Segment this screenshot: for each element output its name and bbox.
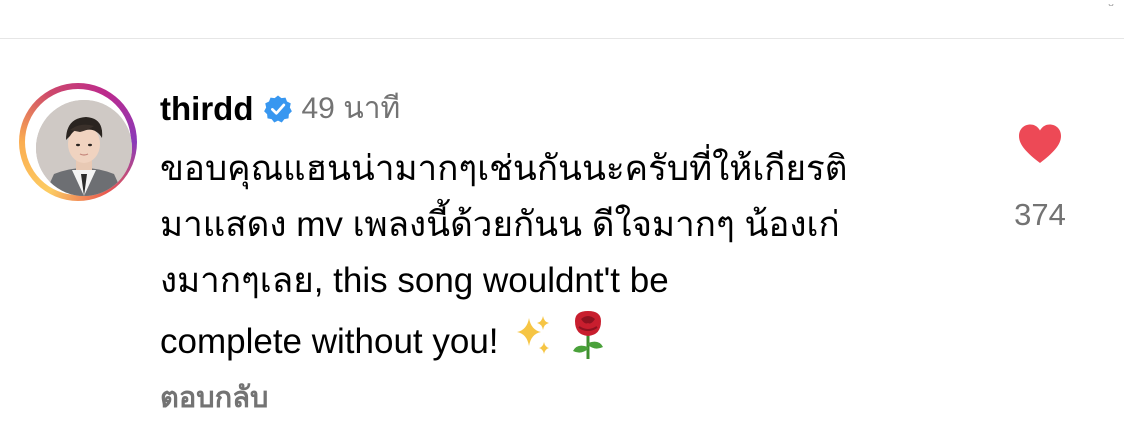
verified-badge-icon [263, 94, 293, 124]
username[interactable]: thirdd [160, 87, 253, 131]
comment-header: thirdd 49 นาที [160, 87, 400, 131]
timestamp: 49 นาที [301, 92, 401, 125]
comment-text-line: งมากๆเลย, this song wouldnt't be [160, 261, 669, 300]
like-count[interactable]: 374 [1000, 195, 1080, 235]
comment-text: ขอบคุณแฮนน่ามากๆเช่นกันนะครับที่ให้เกียร… [160, 141, 990, 378]
avatar[interactable] [36, 100, 132, 196]
reply-button[interactable]: ตอบกลับ [160, 378, 268, 418]
comment-text-line: มาแสดง mv เพลงนี้ด้วยกันน ดีใจมากๆ น้องเ… [160, 205, 840, 244]
like-group: 374 [1000, 123, 1080, 243]
heart-icon[interactable] [1017, 123, 1063, 165]
chevron-icon: ⌄ [1106, 0, 1120, 6]
comment-item: thirdd 49 นาที ขอบคุณแฮนน่ามากๆเช่นกันนะ… [0, 39, 1124, 429]
comment-text-line-last: complete without you! [160, 309, 990, 378]
previous-comment-area: ⌄ [0, 0, 1124, 38]
comment-text-line: ขอบคุณแฮนน่ามากๆเช่นกันนะครับที่ให้เกียร… [160, 149, 848, 188]
rose-emoji [565, 309, 611, 378]
comment-text-segment: complete without you! [160, 321, 499, 361]
avatar-photo [36, 100, 132, 196]
avatar-story-ring[interactable] [19, 83, 137, 201]
sparkles-emoji [509, 312, 555, 375]
